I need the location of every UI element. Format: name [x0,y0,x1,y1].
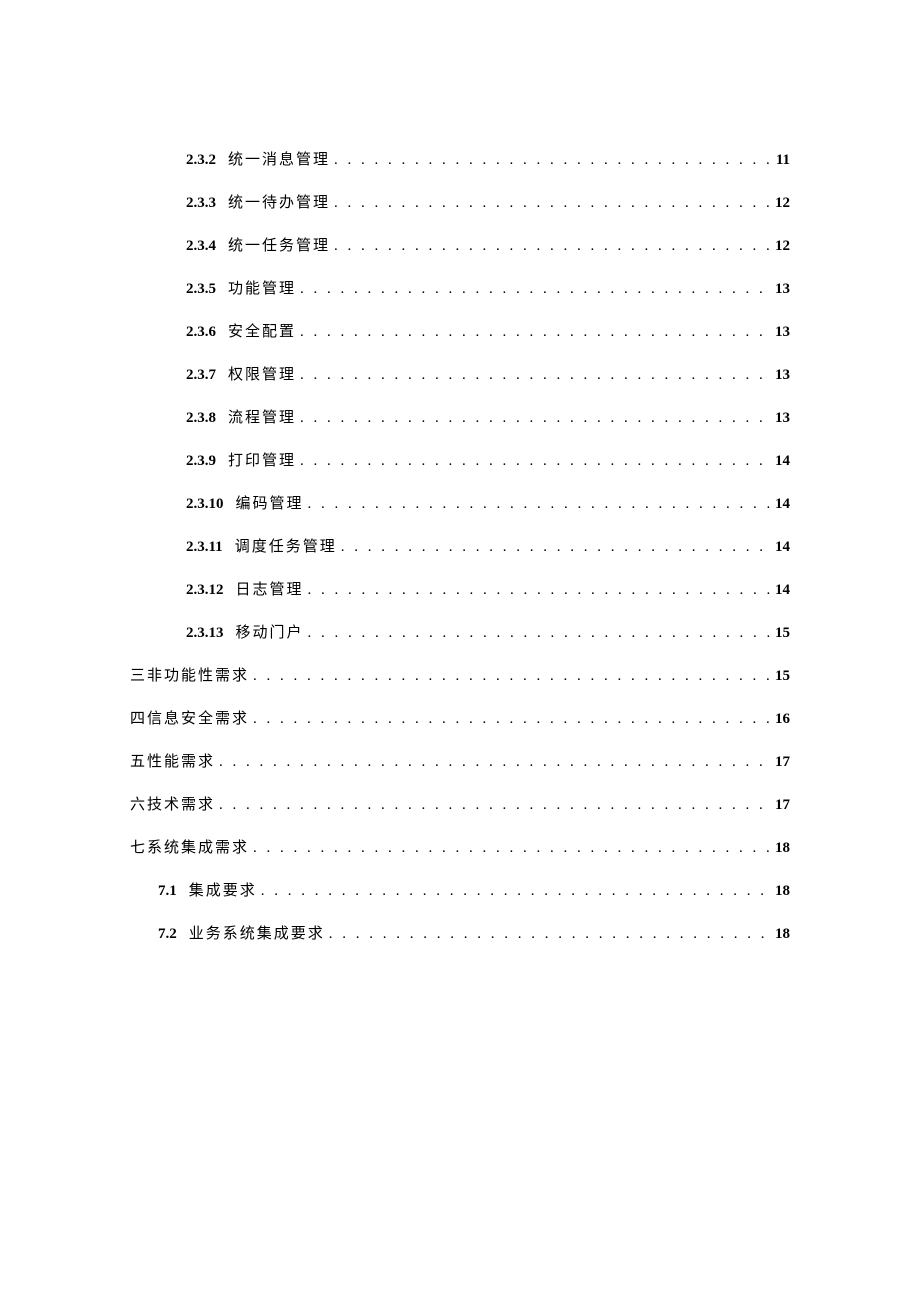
toc-title: 移动门户 [236,623,304,644]
toc-entry: 7.2 业务系统集成要求. . . . . . . . . . . . . . .… [130,924,790,945]
toc-number: 7.2 [158,924,177,945]
toc-title: 功能管理 [228,279,296,300]
toc-number: 2.3.10 [186,494,224,515]
toc-number: 2.3.2 [186,150,216,171]
toc-leader-dots: . . . . . . . . . . . . . . . . . . . . … [253,709,771,730]
toc-leader-dots: . . . . . . . . . . . . . . . . . . . . … [341,537,771,558]
toc-title: 权限管理 [228,365,296,386]
toc-leader-dots: . . . . . . . . . . . . . . . . . . . . … [253,666,771,687]
toc-entry: 7.1 集成要求. . . . . . . . . . . . . . . . .… [130,881,790,902]
toc-title: 日志管理 [236,580,304,601]
toc-page-number: 15 [775,623,790,644]
toc-page-number: 12 [775,236,790,257]
toc-title: 五性能需求 [130,752,215,773]
toc-page-number: 14 [775,580,790,601]
toc-page-number: 13 [775,322,790,343]
toc-entry: 2.3.10 编码管理. . . . . . . . . . . . . . . … [130,494,790,515]
toc-title: 调度任务管理 [235,537,337,558]
toc-number: 2.3.5 [186,279,216,300]
toc-entry: 2.3.5 功能管理. . . . . . . . . . . . . . . .… [130,279,790,300]
toc-leader-dots: . . . . . . . . . . . . . . . . . . . . … [308,580,771,601]
toc-page-number: 12 [775,193,790,214]
toc-page-number: 14 [775,451,790,472]
toc-leader-dots: . . . . . . . . . . . . . . . . . . . . … [300,322,771,343]
toc-page-number: 16 [775,709,790,730]
toc-entry: 2.3.7 权限管理. . . . . . . . . . . . . . . .… [130,365,790,386]
toc-entry: 2.3.8 流程管理. . . . . . . . . . . . . . . .… [130,408,790,429]
toc-title: 七系统集成需求 [130,838,249,859]
toc-entry: 2.3.12 日志管理. . . . . . . . . . . . . . . … [130,580,790,601]
toc-page-number: 14 [775,494,790,515]
toc-page-number: 11 [776,150,790,171]
toc-page-number: 17 [775,752,790,773]
toc-page-number: 14 [775,537,790,558]
table-of-contents: 2.3.2统一消息管理. . . . . . . . . . . . . . .… [130,150,790,945]
toc-page-number: 17 [775,795,790,816]
toc-number: 2.3.9 [186,451,216,472]
toc-title: 统一任务管理 [228,236,330,257]
toc-leader-dots: . . . . . . . . . . . . . . . . . . . . … [300,279,771,300]
toc-title: 六技术需求 [130,795,215,816]
toc-entry: 六技术需求. . . . . . . . . . . . . . . . . .… [130,795,790,816]
toc-page-number: 18 [775,881,790,902]
toc-leader-dots: . . . . . . . . . . . . . . . . . . . . … [308,494,771,515]
toc-leader-dots: . . . . . . . . . . . . . . . . . . . . … [300,408,771,429]
toc-leader-dots: . . . . . . . . . . . . . . . . . . . . … [334,150,772,171]
toc-entry: 2.3.9 打印管理. . . . . . . . . . . . . . . .… [130,451,790,472]
toc-leader-dots: . . . . . . . . . . . . . . . . . . . . … [329,924,771,945]
toc-entry: 2.3.2 统一消息管理. . . . . . . . . . . . . . .… [130,150,790,171]
toc-number: 2.3.3 [186,193,216,214]
toc-number: 2.3.4 [186,236,216,257]
toc-entry: 2.3.6 安全配置. . . . . . . . . . . . . . . .… [130,322,790,343]
toc-page-number: 13 [775,279,790,300]
toc-title: 三非功能性需求 [130,666,249,687]
toc-leader-dots: . . . . . . . . . . . . . . . . . . . . … [300,451,771,472]
toc-number: 2.3.13 [186,623,224,644]
toc-entry: 七系统集成需求. . . . . . . . . . . . . . . . .… [130,838,790,859]
toc-title: 安全配置 [228,322,296,343]
toc-title: 业务系统集成要求 [189,924,325,945]
toc-title: 编码管理 [236,494,304,515]
toc-number: 2.3.6 [186,322,216,343]
toc-leader-dots: . . . . . . . . . . . . . . . . . . . . … [300,365,771,386]
toc-entry: 2.3.3 统一待办管理. . . . . . . . . . . . . . .… [130,193,790,214]
toc-number: 2.3.8 [186,408,216,429]
toc-page-number: 13 [775,365,790,386]
toc-entry: 三非功能性需求. . . . . . . . . . . . . . . . .… [130,666,790,687]
toc-page-number: 13 [775,408,790,429]
toc-leader-dots: . . . . . . . . . . . . . . . . . . . . … [334,236,771,257]
toc-number: 7.1 [158,881,177,902]
toc-entry: 2.3.11 调度任务管理. . . . . . . . . . . . . . … [130,537,790,558]
toc-title: 四信息安全需求 [130,709,249,730]
toc-title: 统一消息管理 [228,150,330,171]
toc-number: 2.3.12 [186,580,224,601]
toc-entry: 2.3.13 移动门户. . . . . . . . . . . . . . . … [130,623,790,644]
toc-entry: 五性能需求. . . . . . . . . . . . . . . . . .… [130,752,790,773]
toc-entry: 2.3.4 统一任务管理. . . . . . . . . . . . . . .… [130,236,790,257]
toc-number: 2.3.11 [186,537,223,558]
toc-title: 打印管理 [228,451,296,472]
toc-title: 流程管理 [228,408,296,429]
toc-leader-dots: . . . . . . . . . . . . . . . . . . . . … [219,752,771,773]
toc-leader-dots: . . . . . . . . . . . . . . . . . . . . … [334,193,771,214]
toc-leader-dots: . . . . . . . . . . . . . . . . . . . . … [219,795,771,816]
toc-leader-dots: . . . . . . . . . . . . . . . . . . . . … [261,881,771,902]
toc-page-number: 15 [775,666,790,687]
toc-title: 集成要求 [189,881,257,902]
toc-entry: 四信息安全需求. . . . . . . . . . . . . . . . .… [130,709,790,730]
toc-page-number: 18 [775,838,790,859]
toc-title: 统一待办管理 [228,193,330,214]
toc-page-number: 18 [775,924,790,945]
toc-leader-dots: . . . . . . . . . . . . . . . . . . . . … [253,838,771,859]
toc-number: 2.3.7 [186,365,216,386]
toc-leader-dots: . . . . . . . . . . . . . . . . . . . . … [308,623,771,644]
